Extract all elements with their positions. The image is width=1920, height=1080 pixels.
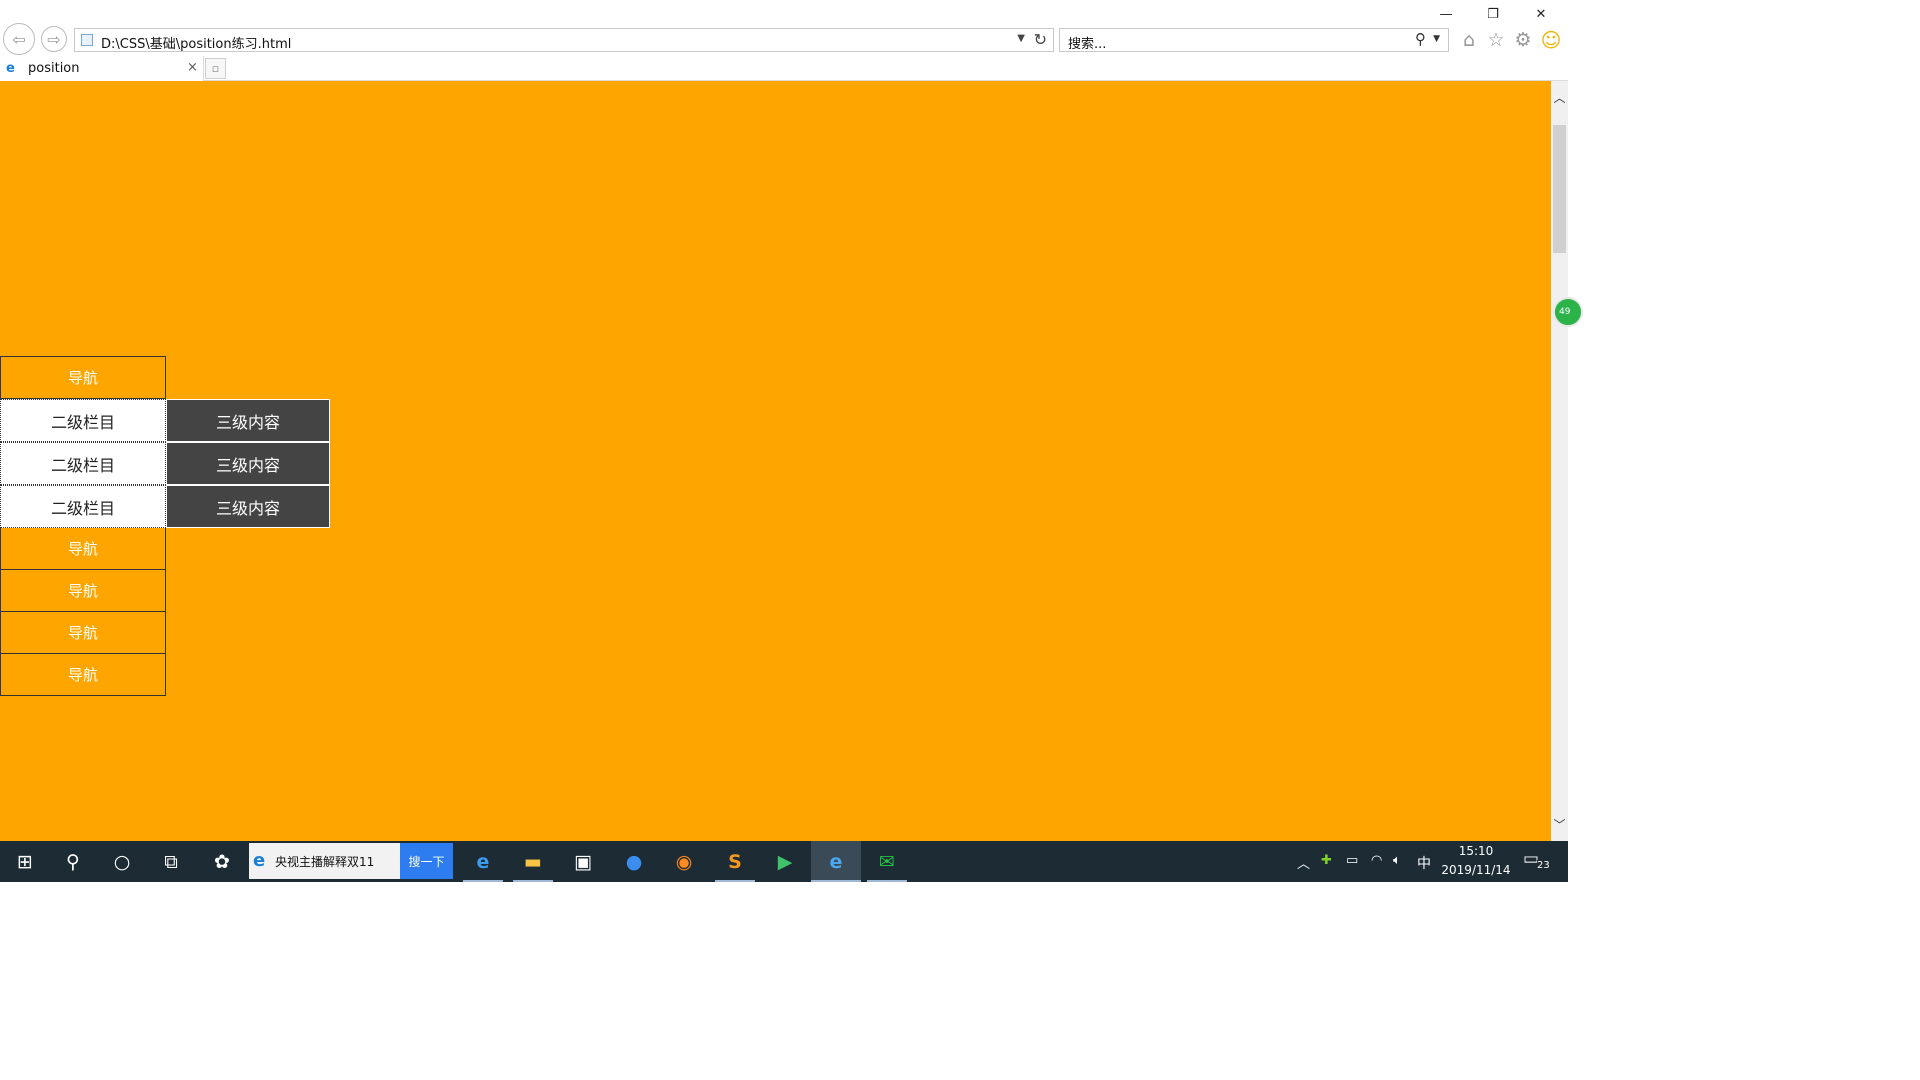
third-level-item[interactable]: 三级内容 [166, 399, 330, 442]
second-level-item[interactable]: 二级栏目 [0, 399, 166, 442]
new-tab-icon: ▫ [211, 62, 220, 75]
search-placeholder[interactable]: 搜索... [1068, 33, 1106, 52]
ie-browser-icon[interactable]: e [811, 841, 861, 882]
ie-logo-icon: e [253, 850, 266, 871]
ie-page-icon: e [6, 61, 15, 76]
back-button[interactable]: ⇦ [3, 23, 35, 55]
start-windows-icon[interactable]: ⊞ [0, 841, 50, 882]
search-box[interactable]: 搜索... ⚲ ▼ [1059, 28, 1449, 52]
running-indicator [867, 880, 907, 882]
minimize-button[interactable]: — [1423, 0, 1469, 28]
nav-menu: 导航 二级栏目 三级内容 二级栏目 三级内容 二级栏目 三级内容 导航 导航 导… [0, 356, 330, 696]
firefox-icon[interactable]: ◉ [659, 841, 709, 882]
scroll-up-icon[interactable]: ︿ [1551, 89, 1568, 106]
home-icon[interactable]: ⌂ [1456, 27, 1482, 53]
nav-item[interactable]: 导航 [0, 653, 166, 696]
wechat-icon[interactable]: ✉ [862, 841, 912, 882]
running-indicator [513, 880, 553, 882]
navigation-bar: ⇦ ⇨ D:\CSS\基础\position练习.html ▼ ↻ 搜索... … [0, 23, 1568, 56]
edge-browser-icon[interactable]: e [458, 841, 508, 882]
title-bar: — ❐ ✕ [0, 0, 1568, 28]
clock-time[interactable]: 15:10 [1441, 844, 1511, 858]
forward-button[interactable]: ⇨ [41, 26, 67, 52]
taskbar-search-button[interactable]: 搜一下 [400, 843, 453, 879]
search-dropdown-icon[interactable]: ▼ [1433, 34, 1440, 44]
address-url[interactable]: D:\CSS\基础\position练习.html [101, 33, 291, 52]
feedback-smiley-icon[interactable]: ☺ [1538, 27, 1564, 53]
tab-close-icon[interactable]: × [187, 60, 198, 75]
action-center-button[interactable]: ▭ 23 [1523, 849, 1557, 875]
store-bag-icon[interactable]: ▣ [558, 841, 608, 882]
running-indicator [463, 880, 503, 882]
tab-position[interactable]: e position × [0, 56, 204, 81]
sub-row: 二级栏目 三级内容 [0, 442, 330, 485]
volume-icon[interactable]: 🔈︎ [1393, 853, 1401, 868]
third-level-item[interactable]: 三级内容 [166, 442, 330, 485]
refresh-icon[interactable]: ↻ [1034, 30, 1047, 49]
file-explorer-icon[interactable]: ▬ [508, 841, 558, 882]
scroll-down-icon[interactable]: ﹀ [1551, 816, 1568, 833]
cortana-circle-icon[interactable]: ○ [97, 841, 147, 882]
taskbar: ⊞ ⚲ ○ ⧉ ✿ e 央视主播解释双11 搜一下 e ▬ ▣ ● ◉ S ▶ … [0, 841, 1568, 882]
nav-item[interactable]: 导航 [0, 611, 166, 654]
taskbar-search-text[interactable]: 央视主播解释双11 [275, 853, 374, 870]
sub-row: 二级栏目 三级内容 [0, 399, 330, 442]
second-level-item[interactable]: 二级栏目 [0, 442, 166, 485]
vertical-scrollbar[interactable]: ︿ ﹀ [1551, 81, 1568, 841]
close-window-button[interactable]: ✕ [1518, 0, 1564, 28]
input-method-indicator[interactable]: 中 [1417, 853, 1431, 873]
new-tab-button[interactable]: ▫ [205, 58, 226, 79]
running-indicator [811, 880, 861, 882]
media-player-icon[interactable]: ▶ [760, 841, 810, 882]
notification-count: 23 [1537, 860, 1550, 871]
address-bar[interactable]: D:\CSS\基础\position练习.html ▼ ↻ [74, 28, 1054, 52]
nav-item[interactable]: 导航 [0, 527, 166, 570]
nav-item[interactable]: 导航 [0, 569, 166, 612]
tab-bar: e position × ▫ [0, 56, 1568, 81]
search-icon[interactable]: ⚲ [1415, 30, 1426, 48]
third-level-item[interactable]: 三级内容 [166, 485, 330, 528]
sublime-text-icon[interactable]: S [710, 841, 760, 882]
back-arrow-icon: ⇦ [12, 29, 26, 49]
task-view-icon[interactable]: ⧉ [146, 841, 196, 882]
wifi-icon[interactable]: ◠ [1371, 853, 1382, 868]
second-level-item[interactable]: 二级栏目 [0, 485, 166, 528]
restore-button[interactable]: ❐ [1470, 0, 1516, 28]
address-dropdown-icon[interactable]: ▼ [1017, 33, 1025, 44]
page-viewport: 导航 二级栏目 三级内容 二级栏目 三级内容 二级栏目 三级内容 导航 导航 导… [0, 81, 1551, 841]
sogou-browser-icon[interactable]: ● [609, 841, 659, 882]
page-file-icon [81, 34, 93, 46]
tray-security-icon[interactable]: ✚ [1321, 853, 1332, 868]
forward-arrow-icon: ⇨ [47, 29, 61, 49]
battery-icon[interactable]: ▭ [1346, 853, 1358, 868]
nav-item[interactable]: 导航 [0, 356, 166, 399]
tray-chevron-icon[interactable]: ︿ [1297, 853, 1310, 872]
favorites-star-icon[interactable]: ☆ [1483, 27, 1509, 53]
search-icon[interactable]: ⚲ [48, 841, 98, 882]
taskbar-search-widget[interactable]: e 央视主播解释双11 [249, 843, 400, 879]
sub-row: 二级栏目 三级内容 [0, 485, 330, 528]
clock-date[interactable]: 2019/11/14 [1436, 863, 1516, 877]
scroll-thumb[interactable] [1553, 125, 1566, 253]
floating-badge[interactable]: 49 [1553, 297, 1583, 327]
tab-title: position [28, 61, 80, 76]
settings-gear-icon[interactable]: ⚙ [1510, 27, 1536, 53]
pinwheel-app-icon[interactable]: ✿ [197, 841, 247, 882]
running-indicator [715, 880, 755, 882]
